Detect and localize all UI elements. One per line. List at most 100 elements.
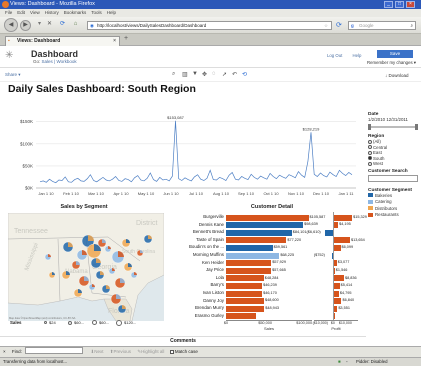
profit-value-label: $3,551 — [338, 306, 350, 310]
stop-button[interactable]: ✕ — [44, 20, 55, 31]
bookmark-star-icon[interactable]: ☆ — [324, 22, 328, 30]
revert-icon[interactable]: ⟲ — [242, 71, 247, 78]
customer-name[interactable]: Morning Muffins — [162, 252, 224, 257]
segment-map[interactable]: Tennessee Mississippi Alabama Georgia So… — [8, 213, 164, 321]
profit-bar[interactable] — [332, 305, 338, 312]
profit-bar[interactable] — [332, 282, 340, 289]
segment-legend-item[interactable]: Restaurants — [368, 212, 420, 219]
profit-bar[interactable] — [332, 298, 342, 305]
profit-bar[interactable] — [332, 222, 339, 229]
share-button[interactable]: Share ▾ — [5, 72, 21, 78]
customer-name[interactable]: Lola — [162, 275, 224, 280]
sales-bar[interactable] — [226, 282, 263, 289]
menu-edit[interactable]: Edit — [17, 10, 25, 15]
maximize-button[interactable]: □ — [395, 1, 404, 8]
undo-icon[interactable]: ↶ — [232, 71, 237, 78]
region-option[interactable]: West — [368, 161, 420, 167]
refresh-icon[interactable]: ⟳ — [336, 21, 342, 29]
sales-bar[interactable] — [226, 244, 273, 251]
find-close-icon[interactable]: × — [3, 349, 6, 354]
customer-name[interactable]: Ken Heider — [162, 260, 224, 265]
close-window-button[interactable]: × — [406, 1, 415, 8]
customer-name[interactable]: Boudin's on the ... — [162, 244, 224, 249]
customer-search-input[interactable] — [368, 174, 418, 182]
sales-bar[interactable] — [226, 260, 272, 267]
forward-button[interactable]: ▶ — [20, 20, 31, 31]
remember-changes-dropdown[interactable]: Remember my changes ▾ — [367, 60, 416, 66]
sales-bar[interactable] — [226, 313, 257, 320]
profit-bar[interactable] — [332, 290, 339, 297]
minimize-button[interactable]: _ — [384, 1, 393, 8]
menu-history[interactable]: History — [45, 10, 59, 15]
reload-button[interactable]: ⟳ — [57, 20, 68, 31]
pointer-icon[interactable]: ➚ — [222, 71, 227, 78]
profit-bar[interactable] — [332, 275, 344, 282]
profit-bar[interactable] — [332, 244, 341, 251]
sales-bar[interactable] — [226, 229, 292, 236]
customer-detail-chart[interactable]: Burgerville $105,587 $15,329 Dennis Kane $98… — [162, 212, 367, 331]
find-previous-button[interactable]: Previous — [114, 349, 132, 354]
radio-button[interactable] — [368, 145, 372, 150]
radio-button[interactable] — [368, 156, 372, 161]
sales-bar[interactable] — [226, 305, 265, 312]
zoom-icon[interactable]: ⌕ — [172, 71, 175, 78]
lasso-icon[interactable]: ◌ — [212, 71, 216, 77]
customer-name[interactable]: Dennis Kane — [162, 222, 224, 227]
radio-button[interactable] — [368, 150, 372, 155]
sales-bar[interactable] — [226, 252, 280, 259]
search-input[interactable]: g Google ⌕ — [348, 21, 416, 30]
back-button[interactable]: ◀ — [4, 18, 18, 32]
date-slider[interactable] — [368, 124, 420, 130]
menu-file[interactable]: File — [5, 10, 12, 15]
sales-bar[interactable] — [226, 222, 304, 229]
customer-name[interactable]: Taste of Spain — [162, 237, 224, 242]
tab-dashboard[interactable]: ▪ Views: Dashboard × — [5, 36, 120, 46]
x-tick-label: Jan 1 11 — [338, 191, 354, 196]
customer-name[interactable]: Danny Joy — [162, 298, 224, 303]
chart-icon[interactable]: ▥ — [182, 71, 188, 78]
highlight-all-button[interactable]: Highlight all — [141, 349, 164, 354]
home-button[interactable]: ⌂ — [70, 20, 81, 31]
sales-bar[interactable] — [226, 267, 272, 274]
menu-view[interactable]: View — [30, 10, 40, 15]
profit-bar[interactable] — [324, 229, 333, 236]
match-case-checkbox[interactable] — [169, 349, 174, 354]
daily-sales-line-chart[interactable]: $150K $100K $50K $0K Jan 1 10 Feb 1 10 Mar 1 1… — [0, 96, 366, 206]
download-button[interactable]: ↓ Download — [385, 73, 409, 78]
radio-button[interactable] — [368, 139, 372, 144]
new-tab-button[interactable]: + — [124, 35, 128, 42]
comments-header[interactable]: Comments — [0, 336, 366, 345]
help-link[interactable]: Help — [353, 53, 362, 58]
profit-bar[interactable] — [332, 214, 353, 221]
breadcrumb-workbook[interactable]: Workbook — [56, 59, 76, 64]
menu-bookmarks[interactable]: Bookmarks — [64, 10, 87, 15]
customer-name[interactable]: Barry's — [162, 282, 224, 287]
sales-bar[interactable] — [226, 275, 264, 282]
customer-name[interactable]: Bennett's Bread — [162, 229, 224, 234]
find-input[interactable] — [25, 347, 84, 354]
pan-icon[interactable]: ✥ — [202, 71, 207, 78]
slider-handle-left[interactable] — [368, 124, 371, 130]
url-input[interactable]: ◉ http://localhost/views/DailySalesDashb… — [87, 21, 332, 30]
sales-bar[interactable] — [226, 237, 287, 244]
customer-name[interactable]: Erasmo Gurley — [162, 313, 224, 318]
customer-name[interactable]: Brendan Murry — [162, 305, 224, 310]
menu-tools[interactable]: Tools — [91, 10, 102, 15]
filter-icon[interactable]: ▼ — [192, 71, 198, 77]
customer-name[interactable]: Ivan Liston — [162, 290, 224, 295]
log-out-link[interactable]: Log Out — [327, 53, 342, 58]
save-button[interactable]: Save — [377, 50, 413, 58]
radio-button[interactable] — [368, 161, 372, 166]
slider-handle-right[interactable] — [415, 124, 418, 130]
find-next-button[interactable]: Next — [94, 349, 103, 354]
customer-name[interactable]: Jay Price — [162, 267, 224, 272]
search-magnifier-icon[interactable]: ⌕ — [410, 22, 413, 30]
sales-bar[interactable] — [226, 290, 263, 297]
profit-bar[interactable] — [332, 237, 350, 244]
breadcrumb-sales[interactable]: Sales — [42, 59, 53, 64]
sales-bar[interactable] — [226, 298, 264, 305]
menu-help[interactable]: Help — [107, 10, 116, 15]
tab-close-icon[interactable]: × — [113, 37, 116, 46]
sales-bar[interactable] — [226, 214, 309, 221]
customer-name[interactable]: Burgerville — [162, 214, 224, 219]
